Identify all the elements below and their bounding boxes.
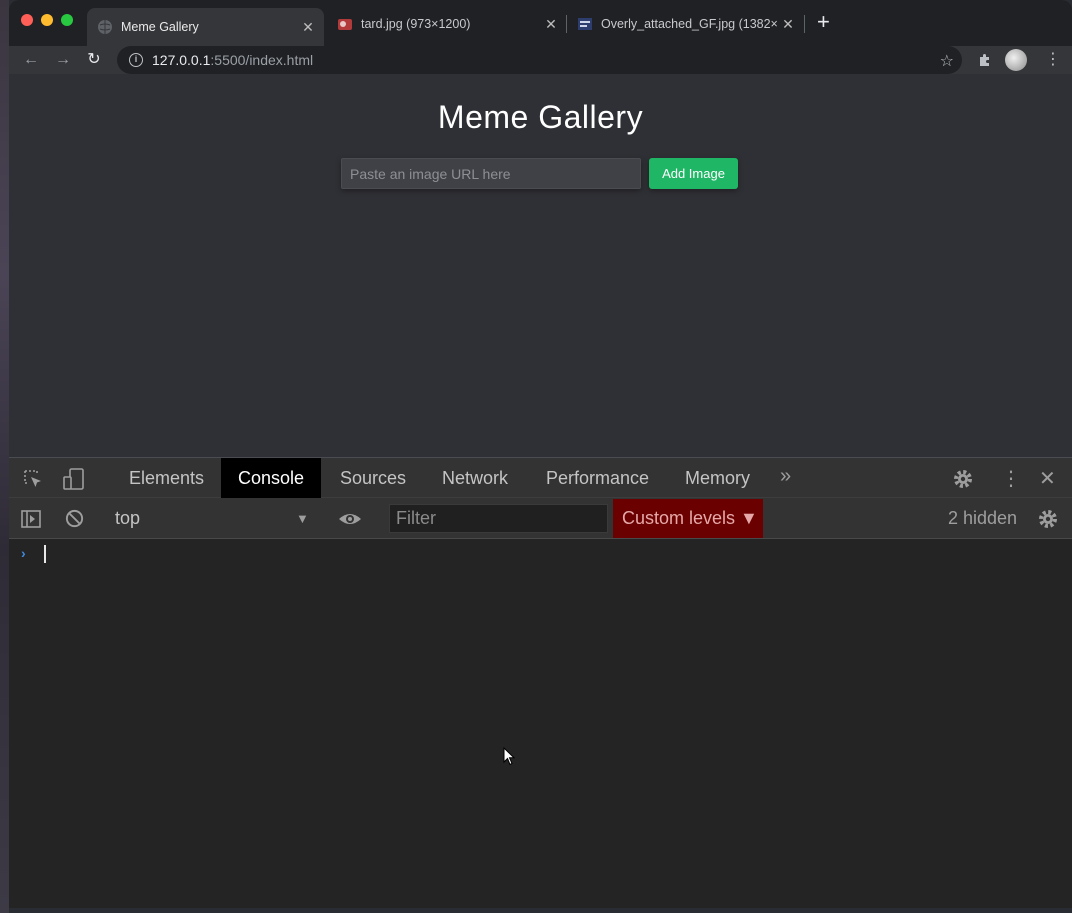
more-tabs-chevron-icon[interactable]: » — [780, 465, 791, 488]
close-icon[interactable]: ✕ — [543, 16, 559, 33]
image-thumbnail-icon — [578, 18, 592, 30]
zoom-window-button[interactable] — [61, 14, 73, 26]
live-expression-eye-icon[interactable] — [337, 509, 363, 529]
tab-title: Meme Gallery — [121, 20, 199, 34]
device-toolbar-icon[interactable] — [62, 467, 86, 491]
add-image-button[interactable]: Add Image — [649, 158, 738, 189]
new-tab-plus-icon[interactable]: + — [817, 11, 830, 33]
inspect-element-icon[interactable] — [22, 468, 44, 490]
console-filter-input[interactable] — [389, 504, 608, 533]
tab-overly-attached-gf[interactable]: Overly_attached_GF.jpg (1382× ✕ — [567, 8, 804, 40]
devtools-tab-console[interactable]: Console — [221, 458, 322, 498]
clear-console-icon[interactable] — [64, 508, 85, 529]
tab-tard-jpg[interactable]: tard.jpg (973×1200) ✕ — [327, 8, 567, 40]
execution-context-selector[interactable]: top — [115, 498, 140, 539]
desktop-background — [0, 0, 9, 913]
devtools-tab-memory[interactable]: Memory — [668, 458, 767, 498]
console-toolbar: top ▼ Custom levels ▼ 2 hidden — [9, 498, 1072, 539]
page-title: Meme Gallery — [437, 99, 644, 135]
mouse-pointer-icon — [503, 747, 516, 766]
profile-avatar[interactable] — [1005, 49, 1027, 71]
close-window-button[interactable] — [21, 14, 33, 26]
devtools-tab-bar: Elements Console Sources Network Perform… — [9, 458, 1072, 498]
console-output[interactable]: › — [9, 539, 1072, 908]
image-url-input[interactable] — [341, 158, 641, 189]
console-settings-gear-icon[interactable] — [1037, 508, 1059, 530]
devtools-tab-network[interactable]: Network — [425, 458, 525, 498]
devtools-tab-performance[interactable]: Performance — [529, 458, 666, 498]
tab-meme-gallery[interactable]: Meme Gallery ✕ — [87, 8, 324, 46]
console-prompt-chevron-icon: › — [21, 545, 26, 561]
devtools-tab-sources[interactable]: Sources — [323, 458, 423, 498]
url-path: :5500/index.html — [210, 52, 314, 68]
browser-toolbar: ← → ↻ i 127.0.0.1:5500/index.html ☆ ⋮ — [9, 46, 1072, 74]
close-icon[interactable]: ✕ — [300, 19, 316, 36]
close-devtools-icon[interactable]: ✕ — [1039, 466, 1056, 491]
address-bar[interactable]: i 127.0.0.1:5500/index.html ☆ — [117, 46, 962, 74]
browser-window: Meme Gallery ✕ tard.jpg (973×1200) ✕ Ove… — [9, 0, 1072, 908]
page-viewport: Meme Gallery Add Image — [9, 74, 1072, 457]
extensions-puzzle-icon[interactable] — [977, 52, 993, 68]
devtools-panel: Elements Console Sources Network Perform… — [9, 457, 1072, 908]
text-caret — [44, 545, 46, 563]
image-thumbnail-icon — [338, 19, 352, 30]
tab-strip: Meme Gallery ✕ tard.jpg (973×1200) ✕ Ove… — [9, 0, 1072, 46]
settings-gear-icon[interactable] — [952, 468, 974, 490]
back-arrow-icon[interactable]: ← — [21, 50, 41, 70]
tab-title: Overly_attached_GF.jpg (1382× — [601, 17, 778, 31]
forward-arrow-icon[interactable]: → — [53, 50, 73, 70]
dropdown-triangle-icon[interactable]: ▼ — [296, 498, 309, 539]
minimize-window-button[interactable] — [41, 14, 53, 26]
hidden-messages-count: 2 hidden — [948, 508, 1018, 528]
devtools-menu-icon[interactable]: ⋮ — [1001, 466, 1021, 491]
close-icon[interactable]: ✕ — [780, 16, 796, 33]
url-host: 127.0.0.1 — [152, 52, 211, 68]
browser-menu-icon[interactable]: ⋮ — [1045, 50, 1061, 70]
devtools-tab-elements[interactable]: Elements — [112, 458, 221, 498]
tab-separator — [804, 15, 805, 33]
show-sidebar-icon[interactable] — [20, 508, 42, 530]
globe-icon — [98, 20, 112, 34]
reload-icon[interactable]: ↻ — [84, 50, 104, 70]
bookmark-star-icon[interactable]: ☆ — [940, 51, 954, 71]
log-levels-dropdown[interactable]: Custom levels ▼ — [613, 499, 763, 538]
tab-title: tard.jpg (973×1200) — [361, 17, 471, 31]
info-icon[interactable]: i — [129, 53, 143, 67]
